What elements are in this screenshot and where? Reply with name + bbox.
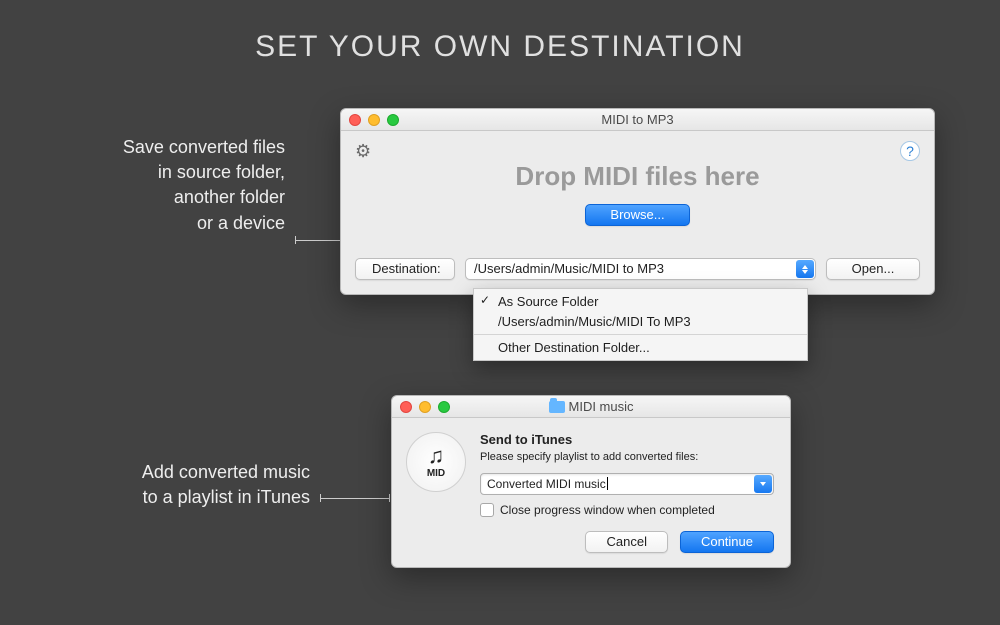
mid-app-icon: ♫ MID <box>406 432 466 492</box>
playlist-combobox[interactable]: Converted MIDI music <box>480 473 774 495</box>
close-icon[interactable] <box>349 114 361 126</box>
destination-select[interactable]: /Users/admin/Music/MIDI to MP3 <box>465 258 816 280</box>
menu-item-path[interactable]: /Users/admin/Music/MIDI To MP3 <box>474 314 807 334</box>
gear-icon[interactable]: ⚙ <box>355 141 371 162</box>
maximize-icon[interactable] <box>387 114 399 126</box>
drop-area[interactable]: Drop MIDI files here Browse... <box>355 143 920 236</box>
callout-text: or a device <box>85 211 285 236</box>
traffic-lights[interactable] <box>400 401 450 413</box>
destination-button[interactable]: Destination: <box>355 258 455 280</box>
callout-itunes: Add converted music to a playlist in iTu… <box>85 460 310 510</box>
main-window: MIDI to MP3 ⚙ ? Drop MIDI files here Bro… <box>340 108 935 295</box>
maximize-icon[interactable] <box>438 401 450 413</box>
menu-item-source-folder[interactable]: As Source Folder <box>474 289 807 314</box>
titlebar: MIDI to MP3 <box>341 109 934 131</box>
minimize-icon[interactable] <box>368 114 380 126</box>
dialog-titlebar: MIDI music <box>392 396 790 418</box>
itunes-dialog: MIDI music ♫ MID Send to iTunes Please s… <box>391 395 791 568</box>
callout-connector <box>295 240 343 241</box>
browse-button[interactable]: Browse... <box>585 204 689 226</box>
callout-text: in source folder, <box>85 160 285 185</box>
text-cursor <box>607 477 608 490</box>
cancel-button[interactable]: Cancel <box>585 531 667 553</box>
close-icon[interactable] <box>400 401 412 413</box>
folder-icon <box>549 401 565 413</box>
continue-button[interactable]: Continue <box>680 531 774 553</box>
chevron-updown-icon[interactable] <box>796 260 814 278</box>
callout-text: Save converted files <box>85 135 285 160</box>
page-heading: SET YOUR OWN DESTINATION <box>0 0 1000 64</box>
destination-value: /Users/admin/Music/MIDI to MP3 <box>474 261 664 276</box>
destination-menu: As Source Folder /Users/admin/Music/MIDI… <box>473 288 808 361</box>
playlist-value: Converted MIDI music <box>487 477 606 491</box>
close-on-complete-checkbox[interactable] <box>480 503 494 517</box>
callout-text: to a playlist in iTunes <box>85 485 310 510</box>
traffic-lights[interactable] <box>349 114 399 126</box>
callout-connector <box>320 498 390 499</box>
open-button[interactable]: Open... <box>826 258 920 280</box>
dialog-heading: Send to iTunes <box>480 432 774 447</box>
window-title: MIDI to MP3 <box>601 112 673 127</box>
menu-item-other-folder[interactable]: Other Destination Folder... <box>474 335 807 360</box>
callout-text: another folder <box>85 185 285 210</box>
chevron-down-icon[interactable] <box>754 475 772 493</box>
drop-title: Drop MIDI files here <box>355 161 920 192</box>
checkbox-label: Close progress window when completed <box>500 503 715 517</box>
minimize-icon[interactable] <box>419 401 431 413</box>
callout-text: Add converted music <box>85 460 310 485</box>
dialog-description: Please specify playlist to add converted… <box>480 451 774 463</box>
help-icon[interactable]: ? <box>900 141 920 161</box>
dialog-title: MIDI music <box>569 399 634 414</box>
callout-save-files: Save converted files in source folder, a… <box>85 135 285 236</box>
